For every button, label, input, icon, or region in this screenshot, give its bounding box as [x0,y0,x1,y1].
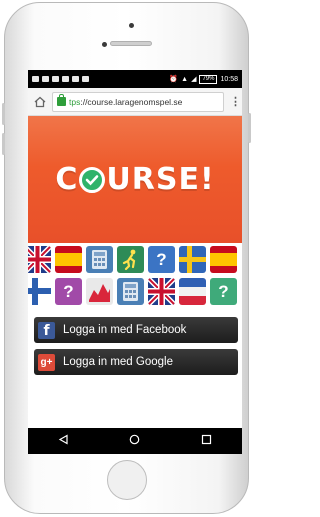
lock-icon [57,94,66,106]
front-camera [102,42,107,47]
facebook-login-label: Logga in med Facebook [63,324,187,336]
url-host: ://course.laragenomspel.se [80,96,183,107]
phone-home-button[interactable] [107,460,147,500]
url-scheme: tps [69,96,81,107]
signal-icon: ◢ [191,76,197,83]
home-icon[interactable] [34,96,46,108]
volume-button [2,133,5,155]
clock: 10:58 [220,75,238,83]
sweden-flag-icon[interactable] [179,246,206,273]
android-nav-bar [28,428,242,454]
uk-flag-icon[interactable] [148,278,175,305]
spain-flag-icon[interactable] [55,246,82,273]
facebook-icon: f [38,321,55,339]
phone-screen: ⏰ ▲ ◢ 79% 10:58 tps://course.laragenomsp… [28,70,242,454]
runner-icon[interactable] [117,246,144,273]
tile-row: ? ? [28,278,242,305]
notification-icon [32,76,39,82]
spain-flag-icon[interactable] [210,246,237,273]
checkmark-icon [79,166,106,193]
facebook-login-button[interactable]: f Logga in med Facebook [34,317,238,343]
logo-text-left: C [55,162,79,197]
course-content: ? ? ? f Logga in med Facebook g+ Logga i… [28,243,242,433]
mail-icon [72,76,79,82]
status-bar: ⏰ ▲ ◢ 79% 10:58 [28,70,242,88]
course-banner: C URSE! [28,116,242,243]
question-tile[interactable]: ? [148,246,175,273]
tile-row: ? [28,246,242,273]
question-tile[interactable]: ? [55,278,82,305]
back-icon[interactable] [58,432,69,450]
google-login-label: Logga in med Google [63,356,173,368]
recents-icon[interactable] [201,432,212,450]
address-bar[interactable]: tps://course.laragenomspel.se [52,91,224,112]
uk-flag-icon[interactable] [28,246,51,273]
calculator-icon[interactable] [86,246,113,273]
course-tile-grid: ? ? ? [28,246,242,310]
volume-button [2,103,5,125]
chart-icon[interactable] [86,278,113,305]
wifi-icon: ▲ [181,75,189,83]
google-login-button[interactable]: g+ Logga in med Google [34,349,238,375]
flag-icon[interactable] [179,278,206,305]
url-text: tps://course.laragenomspel.se [69,97,182,107]
course-logo: C URSE! [55,162,214,197]
calculator-icon[interactable] [117,278,144,305]
logo-text-right: URSE! [106,162,215,197]
overflow-menu-icon[interactable]: ⋮ [230,95,241,108]
front-sensor [129,23,134,28]
facebook-notification-icon [52,76,59,82]
finland-flag-icon[interactable] [28,278,51,305]
question-tile[interactable]: ? [210,278,237,305]
google-plus-icon: g+ [38,353,55,371]
home-nav-icon[interactable] [129,432,140,450]
battery-indicator: 79% [199,74,218,84]
notification-icon [62,76,69,82]
power-button [248,113,251,143]
alarm-icon: ⏰ [169,76,179,83]
mail-icon [82,76,89,82]
notification-icon [42,76,49,82]
earpiece-speaker [110,41,152,46]
browser-toolbar: tps://course.laragenomspel.se ⋮ [28,88,242,116]
